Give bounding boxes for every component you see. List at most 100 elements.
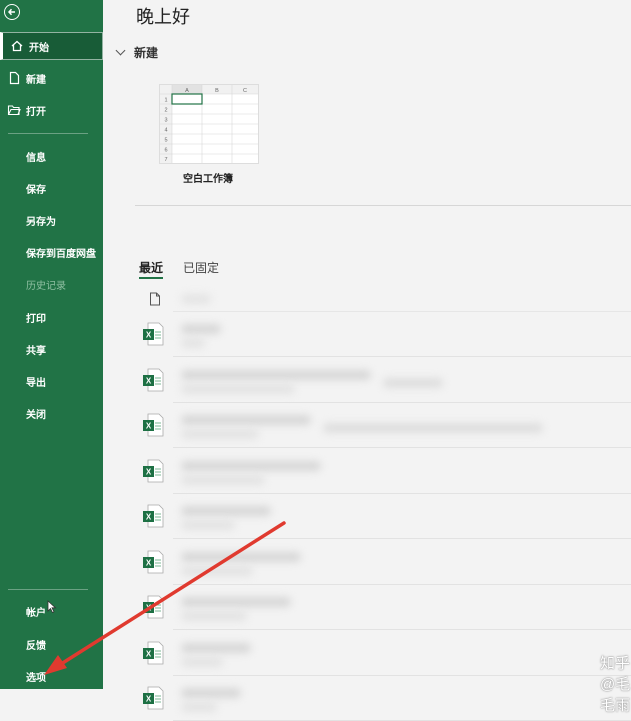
blurred-file-path [181, 656, 223, 667]
sidebar-item-label: 历史记录 [26, 280, 66, 292]
sidebar-item-save-to-baidu[interactable]: 保存到百度网盘 [0, 238, 103, 266]
svg-text:X: X [146, 604, 152, 613]
blurred-file-path [383, 377, 443, 388]
tab-recent[interactable]: 最近 [139, 259, 163, 276]
chevron-down-icon [115, 45, 126, 56]
sidebar-item-options[interactable]: 选项 [0, 662, 103, 690]
column-header: B [215, 88, 219, 94]
sidebar-item-share[interactable]: 共享 [0, 335, 103, 363]
sidebar-item-label: 开始 [29, 42, 49, 54]
blurred-file-name [181, 597, 291, 607]
blurred-file-name [181, 551, 301, 562]
tab-pinned[interactable]: 已固定 [183, 259, 219, 276]
excel-file-icon: X [143, 413, 164, 437]
sidebar-item-label: 打开 [26, 106, 46, 118]
svg-text:X: X [146, 558, 152, 567]
row-header: 7 [164, 157, 167, 163]
svg-text:X: X [146, 331, 152, 340]
sidebar-item-home[interactable]: 开始 [0, 32, 103, 60]
sidebar-item-label: 保存 [26, 184, 46, 196]
svg-text:X: X [146, 649, 152, 658]
sidebar-item-label: 关闭 [26, 409, 46, 421]
new-section-header[interactable]: 新建 [115, 44, 159, 61]
recent-file-row[interactable]: X [133, 403, 631, 448]
blurred-file-path [181, 611, 247, 621]
blank-workbook-template[interactable]: A B C 1 2 3 4 5 6 7 [159, 84, 259, 164]
sidebar-divider [8, 589, 88, 590]
sidebar-divider [8, 133, 88, 134]
sidebar-item-close[interactable]: 关闭 [0, 399, 103, 427]
blurred-file-name [181, 460, 321, 471]
backstage-sidebar: 开始 新建 打开 信息 保存 另存为 保存到百度网盘 历史记录 打印 共享 导出… [0, 0, 103, 689]
sidebar-item-label: 保存到百度网盘 [26, 248, 96, 260]
recent-file-row[interactable]: X [133, 585, 631, 630]
back-arrow-icon[interactable] [4, 4, 20, 20]
row-header: 2 [164, 108, 167, 114]
blurred-file-name [181, 369, 371, 380]
excel-file-icon: X [143, 459, 164, 482]
blurred-file-path [181, 565, 253, 576]
svg-text:X: X [146, 422, 152, 431]
row-header: 1 [164, 98, 167, 104]
blurred-file-name [181, 324, 221, 334]
svg-text:X: X [146, 695, 152, 704]
row-header: 4 [164, 128, 167, 134]
column-header: A [185, 88, 189, 94]
blurred-file-name [181, 688, 241, 698]
recent-file-row[interactable]: X [133, 494, 631, 539]
recent-file-row[interactable]: X [133, 631, 631, 676]
sidebar-item-save[interactable]: 保存 [0, 174, 103, 202]
sidebar-item-print[interactable]: 打印 [0, 303, 103, 331]
new-file-icon [7, 71, 21, 85]
blank-workbook-label: 空白工作簿 [183, 174, 233, 185]
excel-file-icon: X [143, 686, 164, 710]
column-header: C [243, 88, 247, 94]
blurred-file-path [181, 383, 295, 394]
sidebar-item-label: 打印 [26, 313, 46, 325]
blurred-file-path [181, 702, 217, 712]
spreadsheet-grid-icon: A B C 1 2 3 4 5 6 7 [160, 85, 258, 163]
blurred-file-path [181, 474, 265, 485]
new-section-title: 新建 [134, 46, 159, 60]
sidebar-item-feedback[interactable]: 反馈 [0, 630, 103, 658]
blurred-file-path [181, 520, 235, 530]
sidebar-item-save-as[interactable]: 另存为 [0, 206, 103, 234]
svg-text:X: X [146, 376, 152, 385]
sidebar-item-label: 信息 [26, 152, 46, 164]
watermark-text: 知乎 @毛毛雨 [600, 655, 631, 714]
recent-file-row[interactable]: X [133, 358, 631, 403]
mouse-cursor-icon [47, 600, 57, 614]
excel-file-icon: X [143, 595, 164, 619]
excel-file-icon: X [143, 504, 164, 528]
sidebar-item-label: 帐户 [26, 607, 46, 619]
blurred-file-path [181, 429, 259, 439]
recent-file-row[interactable]: X [133, 312, 631, 357]
sidebar-item-info[interactable]: 信息 [0, 142, 103, 170]
main-panel: 晚上好 新建 A B C 1 2 3 4 5 6 7 空白工作簿 最近 已固定 … [103, 0, 631, 721]
recent-file-row[interactable]: X [133, 449, 631, 494]
excel-file-icon: X [143, 322, 164, 346]
file-icon [150, 292, 160, 306]
recent-file-row[interactable]: X [133, 676, 631, 721]
sidebar-item-label: 另存为 [26, 216, 56, 228]
tab-underline [139, 277, 163, 279]
recent-file-row[interactable]: X [133, 540, 631, 585]
greeting-title: 晚上好 [136, 7, 190, 27]
row-header: 5 [164, 138, 167, 144]
sidebar-item-label: 导出 [26, 377, 46, 389]
blurred-file-path [181, 338, 205, 348]
excel-file-icon: X [143, 550, 164, 573]
sidebar-item-label: 共享 [26, 345, 46, 357]
blurred-file-name [181, 506, 271, 516]
sidebar-item-label: 选项 [26, 672, 46, 684]
sidebar-item-label: 反馈 [26, 640, 46, 652]
open-folder-icon [7, 103, 21, 117]
row-header: 3 [164, 118, 167, 124]
sidebar-item-open[interactable]: 打开 [0, 96, 103, 124]
sidebar-item-export[interactable]: 导出 [0, 367, 103, 395]
blurred-file-name [181, 415, 311, 425]
sidebar-item-history: 历史记录 [0, 270, 103, 298]
sidebar-item-new[interactable]: 新建 [0, 64, 103, 92]
excel-file-icon: X [143, 641, 164, 664]
blurred-file-path [323, 423, 543, 433]
